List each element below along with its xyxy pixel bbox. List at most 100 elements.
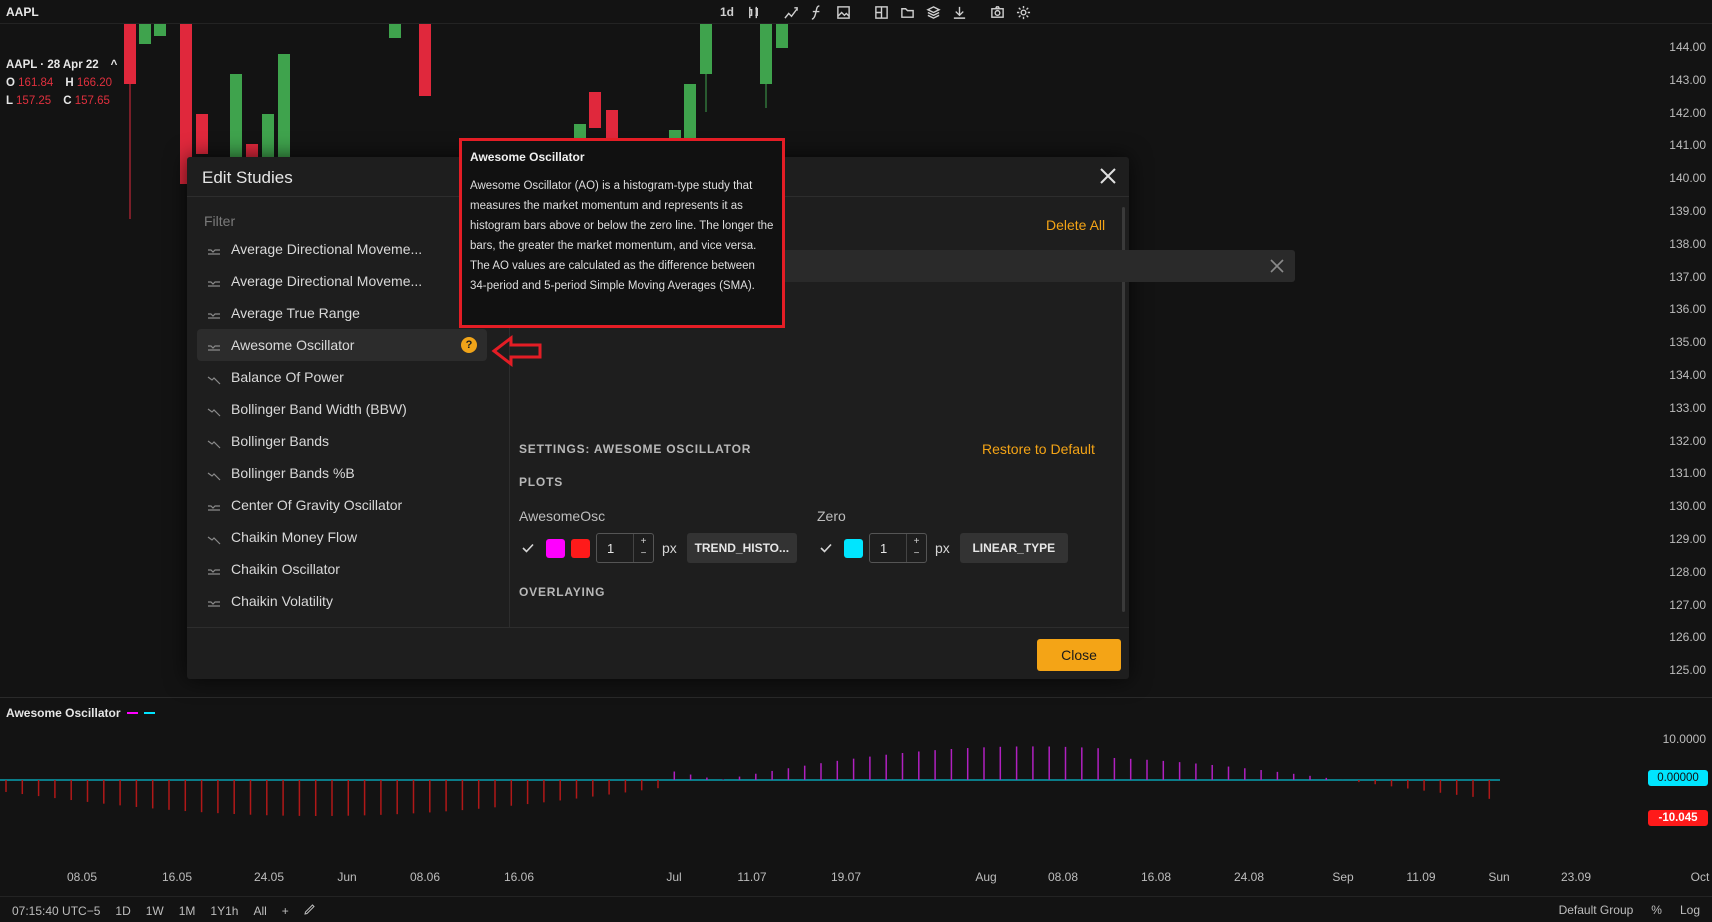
- time-axis-label: 16.06: [503, 870, 535, 884]
- study-item[interactable]: Center Of Gravity Oscillator: [197, 489, 487, 521]
- study-item[interactable]: Chaikin Money Flow: [197, 521, 487, 553]
- color-swatch-negative[interactable]: [571, 538, 590, 558]
- overlay-icon: [207, 436, 221, 449]
- log-toggle[interactable]: Log: [1680, 903, 1700, 917]
- low-label: L: [6, 95, 13, 107]
- pencil-icon[interactable]: [304, 903, 316, 918]
- clear-icon[interactable]: [1269, 258, 1285, 279]
- ao-current-value-badge: -10.045: [1648, 810, 1708, 826]
- camera-icon[interactable]: [984, 2, 1010, 22]
- study-item[interactable]: Chaikin Oscillator: [197, 553, 487, 585]
- high-label: H: [65, 77, 74, 89]
- width-stepper[interactable]: 1 + −: [869, 533, 927, 563]
- candle-type-icon[interactable]: [740, 2, 766, 22]
- help-icon[interactable]: ?: [461, 337, 477, 353]
- image-icon[interactable]: [830, 2, 856, 22]
- close-button[interactable]: Close: [1037, 639, 1121, 671]
- gear-icon[interactable]: [1010, 2, 1036, 22]
- add-range-icon[interactable]: +: [282, 904, 289, 918]
- dialog-footer: Close: [187, 627, 1129, 679]
- time-axis-label: Jun: [337, 870, 357, 884]
- zero-value-badge: 0.00000: [1648, 770, 1708, 786]
- filter-input[interactable]: Filter: [197, 207, 487, 233]
- percent-toggle[interactable]: %: [1651, 903, 1662, 917]
- bottom-bar: 07:15:40 UTC−5 1D 1W 1M 1Y1h All + Defau…: [0, 896, 1712, 922]
- range-1d[interactable]: 1D: [115, 904, 130, 918]
- study-item[interactable]: Average True Range: [197, 297, 487, 329]
- study-item[interactable]: Average Directional Moveme...: [197, 265, 487, 297]
- range-1m[interactable]: 1M: [179, 904, 196, 918]
- oscillator-icon: [207, 276, 221, 287]
- study-item[interactable]: Chaikin Volatility: [197, 585, 487, 617]
- legend-collapse-icon[interactable]: ^: [111, 59, 118, 71]
- stepper-buttons[interactable]: + −: [633, 534, 653, 562]
- tooltip-title: Awesome Oscillator: [470, 150, 585, 164]
- width-value[interactable]: 1: [870, 541, 908, 556]
- ao-legend-swatch-osc: [126, 712, 138, 714]
- price-axis-label: 141.00: [1669, 138, 1706, 153]
- group-select[interactable]: Default Group: [1559, 903, 1634, 917]
- close-label: C: [63, 95, 72, 107]
- time-axis-label: Aug: [975, 870, 997, 884]
- studies-list: Filter Average Directional Moveme... Aver…: [197, 207, 487, 617]
- overlay-icon: [207, 532, 221, 545]
- symbol-label[interactable]: AAPL: [6, 5, 39, 19]
- study-item[interactable]: Bollinger Bands %B: [197, 457, 487, 489]
- drawing-icon[interactable]: [778, 2, 804, 22]
- study-item[interactable]: Bollinger Band Width (BBW): [197, 393, 487, 425]
- color-swatch-positive[interactable]: [546, 538, 565, 558]
- study-label: Bollinger Bands: [231, 433, 330, 449]
- study-label: Average Directional Moveme...: [231, 273, 423, 289]
- candle: [154, 24, 166, 36]
- awesome-oscillator-pane[interactable]: Awesome Oscillator 10.0000 0.00000 -10.0…: [0, 697, 1712, 862]
- ohlc-legend: AAPL · 28 Apr 22 ^ O 161.84 H 166.20 L 15…: [6, 59, 117, 113]
- plot-visible-checkbox[interactable]: [520, 540, 536, 556]
- plot-name-awesomeosc: AwesomeOsc: [519, 508, 606, 524]
- oscillator-icon: [207, 308, 221, 319]
- range-1y1h[interactable]: 1Y1h: [210, 904, 238, 918]
- study-item[interactable]: Balance Of Power: [197, 361, 487, 393]
- time-axis-label: 16.05: [161, 870, 193, 884]
- width-stepper[interactable]: 1 + −: [596, 533, 654, 563]
- download-icon[interactable]: [946, 2, 972, 22]
- width-value[interactable]: 1: [597, 541, 635, 556]
- close-icon[interactable]: [1097, 165, 1119, 187]
- price-axis-label: 136.00: [1669, 302, 1706, 317]
- plot-type-select[interactable]: TREND_HISTO...: [686, 533, 797, 563]
- study-item[interactable]: Awesome Oscillator?: [197, 329, 487, 361]
- color-swatch-zero[interactable]: [844, 538, 863, 558]
- width-unit: px: [662, 540, 677, 556]
- legend-header: AAPL · 28 Apr 22 ^: [6, 59, 117, 71]
- top-toolbar: AAPL 1d: [0, 0, 1712, 24]
- layers-icon[interactable]: [920, 2, 946, 22]
- overlay-icon: [207, 404, 221, 417]
- price-axis-label: 133.00: [1669, 400, 1706, 415]
- plot-type-select[interactable]: LINEAR_TYPE: [959, 533, 1068, 563]
- price-axis-label: 143.00: [1669, 72, 1706, 87]
- time-axis[interactable]: 08.05 16.05 24.05 Jun 08.06 16.06 Jul 11.07 19.0…: [0, 862, 1712, 892]
- range-1w[interactable]: 1W: [146, 904, 164, 918]
- restore-default-link[interactable]: Restore to Default: [982, 441, 1095, 457]
- study-item[interactable]: Average Directional Moveme...: [197, 233, 487, 265]
- plot-visible-checkbox[interactable]: [818, 540, 834, 556]
- price-axis-label: 125.00: [1669, 663, 1706, 678]
- range-all[interactable]: All: [253, 904, 266, 918]
- study-item[interactable]: Bollinger Bands: [197, 425, 487, 457]
- legend-symbol-date: AAPL · 28 Apr 22: [6, 59, 99, 71]
- folder-icon[interactable]: [894, 2, 920, 22]
- interval-button[interactable]: 1d: [714, 2, 740, 22]
- layout-icon[interactable]: [868, 2, 894, 22]
- annotation-arrow-icon: [491, 334, 542, 368]
- delete-all-link[interactable]: Delete All: [1046, 217, 1105, 233]
- legend-row-oh: O 161.84 H 166.20: [6, 77, 117, 89]
- high-value: 166.20: [76, 77, 113, 89]
- close-value: 157.65: [74, 95, 110, 107]
- study-label: Chaikin Volatility: [231, 593, 333, 609]
- study-label: Average True Range: [231, 305, 360, 321]
- time-axis-label: 08.06: [409, 870, 441, 884]
- toolbar-tools: 1d: [714, 2, 1036, 22]
- studies-icon[interactable]: [804, 2, 830, 22]
- time-axis-label: 08.05: [66, 870, 98, 884]
- study-label: Bollinger Bands %B: [231, 465, 355, 481]
- stepper-buttons[interactable]: + −: [906, 534, 926, 562]
